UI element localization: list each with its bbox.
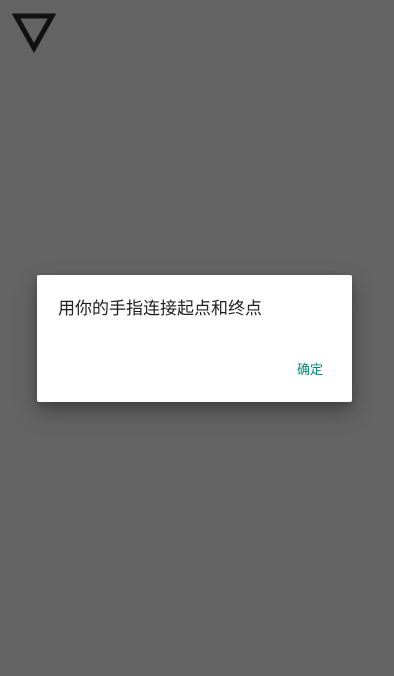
confirm-button[interactable]: 确定	[289, 356, 331, 384]
down-triangle-logo-icon	[10, 10, 58, 54]
dialog-message: 用你的手指连接起点和终点	[58, 299, 262, 319]
dialog-actions: 确定	[289, 356, 331, 384]
instruction-dialog: 用你的手指连接起点和终点 确定	[37, 275, 352, 402]
